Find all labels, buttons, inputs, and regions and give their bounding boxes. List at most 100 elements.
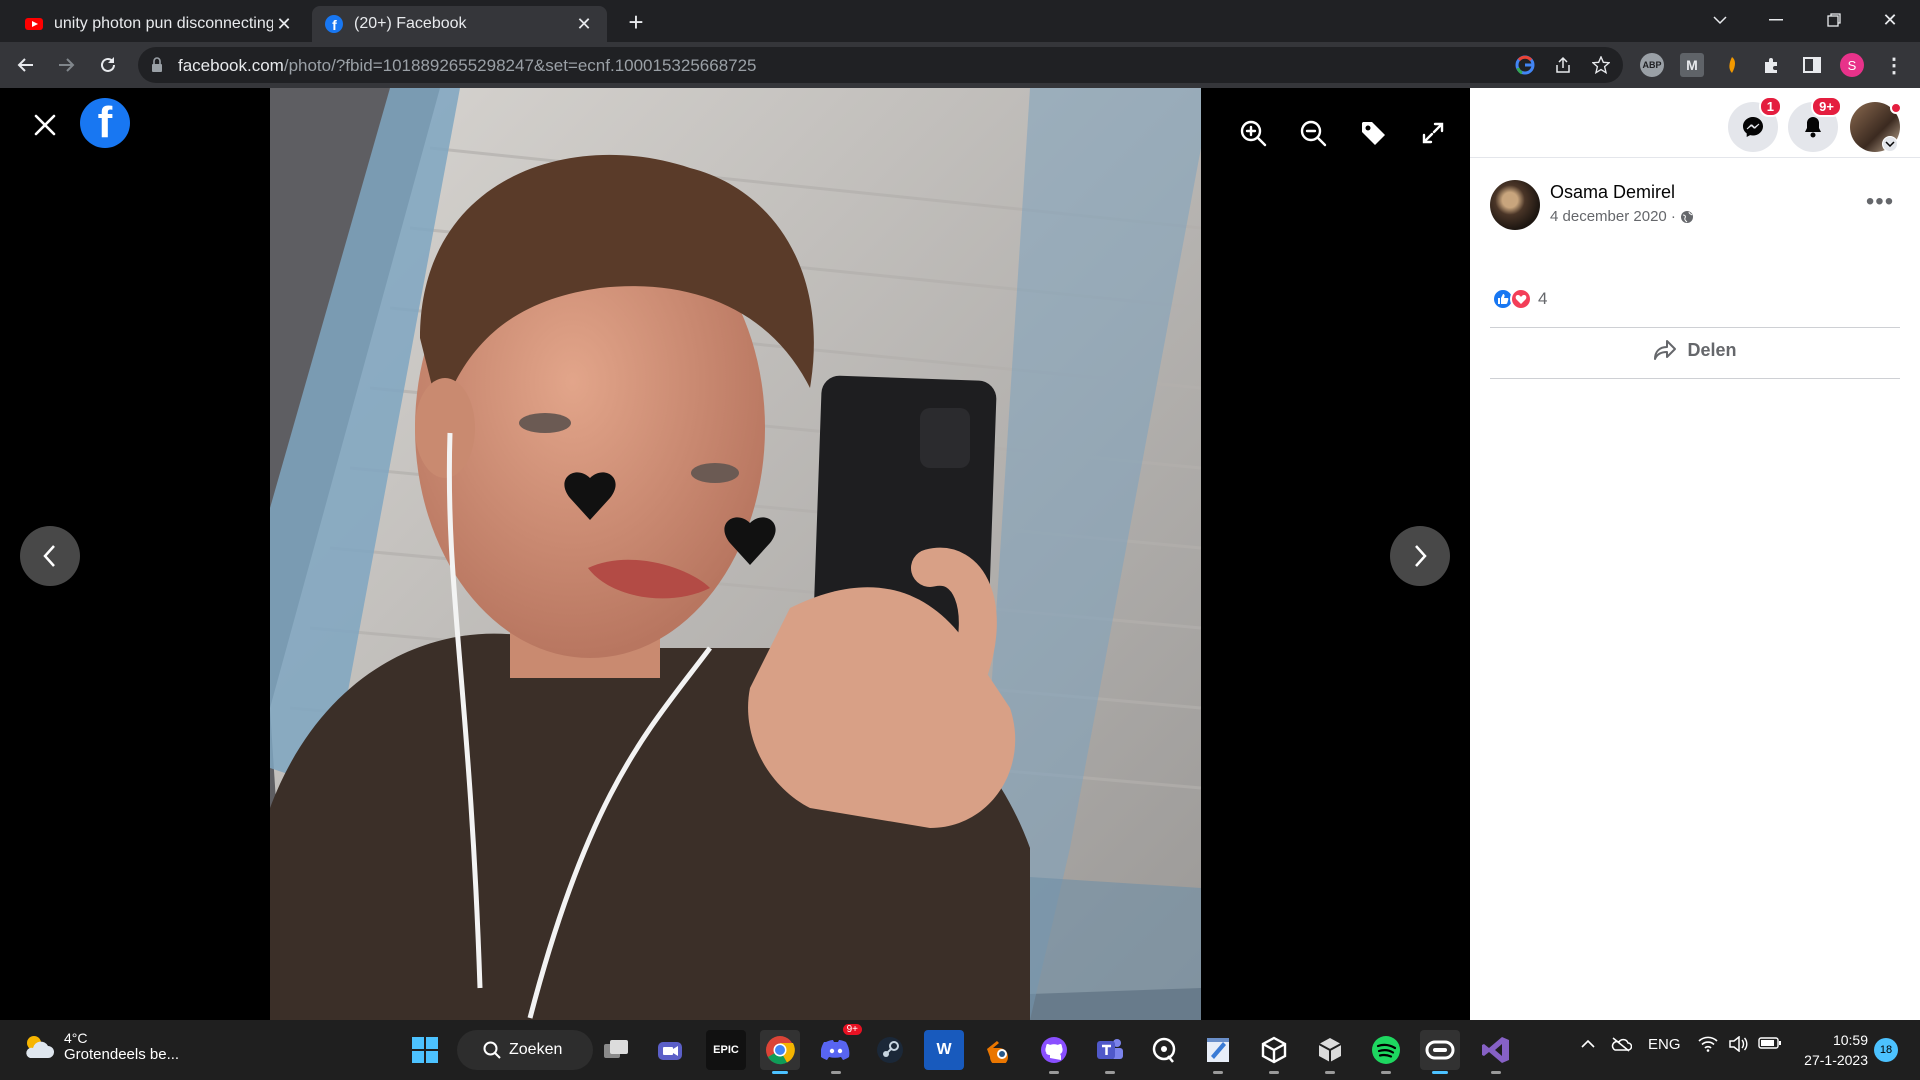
chevron-right-icon bbox=[1415, 545, 1427, 567]
restore-button[interactable] bbox=[1806, 0, 1862, 40]
close-icon bbox=[34, 114, 56, 136]
battery-icon[interactable] bbox=[1758, 1036, 1782, 1054]
tab-facebook[interactable]: f (20+) Facebook ✕ bbox=[312, 6, 607, 42]
weather-widget[interactable]: 4°C Grotendeels be... bbox=[20, 1030, 179, 1063]
close-viewer-button[interactable] bbox=[30, 110, 60, 140]
blender-icon[interactable] bbox=[980, 1030, 1020, 1070]
google-icon[interactable] bbox=[1514, 54, 1536, 76]
weather-condition: Grotendeels be... bbox=[64, 1046, 180, 1063]
onedrive-off-icon[interactable] bbox=[1610, 1036, 1633, 1056]
browser-tab-strip: unity photon pun disconnecting ✕ f (20+)… bbox=[0, 0, 1920, 42]
notification-dot bbox=[1890, 102, 1902, 114]
tab-title: unity photon pun disconnecting bbox=[54, 15, 273, 32]
arrow-right-icon bbox=[59, 58, 75, 72]
mendeley-icon[interactable]: M bbox=[1680, 53, 1704, 77]
spotify-icon[interactable] bbox=[1366, 1030, 1406, 1074]
steam-icon[interactable] bbox=[870, 1030, 910, 1070]
meet-icon[interactable] bbox=[650, 1030, 690, 1070]
task-view-icon[interactable] bbox=[596, 1030, 636, 1070]
author-avatar[interactable] bbox=[1490, 180, 1540, 230]
post-date-text[interactable]: 4 december 2020 · bbox=[1550, 208, 1676, 225]
share-label: Delen bbox=[1687, 339, 1737, 360]
taskbar-clock[interactable]: 10:59 27-1-2023 bbox=[1796, 1030, 1868, 1070]
share-arrow-icon bbox=[1654, 340, 1677, 360]
taskbar-search[interactable]: Zoeken bbox=[457, 1030, 593, 1070]
next-photo-button[interactable] bbox=[1390, 526, 1450, 586]
facebook-logo[interactable]: f bbox=[80, 98, 130, 148]
url-text: facebook.com/photo/?fbid=101889265529824… bbox=[178, 56, 757, 76]
visual-studio-icon[interactable] bbox=[1476, 1030, 1516, 1074]
paint-3d-icon[interactable] bbox=[1144, 1030, 1184, 1070]
reload-button[interactable] bbox=[94, 51, 122, 79]
tab-close-button[interactable]: ✕ bbox=[573, 13, 595, 35]
share-button[interactable]: Delen bbox=[1490, 328, 1900, 372]
wifi-icon[interactable] bbox=[1698, 1036, 1718, 1056]
minimize-button[interactable] bbox=[1748, 0, 1804, 40]
fullscreen-button[interactable] bbox=[1416, 116, 1450, 150]
bell-icon bbox=[1805, 117, 1821, 138]
fullscreen-icon bbox=[1422, 122, 1444, 144]
tag-button[interactable] bbox=[1356, 116, 1390, 150]
tab-search-icon[interactable] bbox=[1692, 0, 1748, 40]
post-photo bbox=[270, 88, 1201, 1020]
svg-text:f: f bbox=[332, 17, 337, 33]
profile-avatar[interactable]: S bbox=[1840, 53, 1864, 77]
language-indicator[interactable]: ENG bbox=[1648, 1036, 1681, 1053]
zoom-out-button[interactable] bbox=[1296, 116, 1330, 150]
zoom-in-button[interactable] bbox=[1236, 116, 1270, 150]
reactions-summary[interactable]: 4 bbox=[1492, 288, 1547, 310]
reload-icon bbox=[101, 57, 115, 72]
chevron-left-icon bbox=[43, 545, 55, 567]
cloud-sun-icon bbox=[26, 1035, 54, 1058]
star-icon[interactable] bbox=[1590, 54, 1612, 76]
youtube-icon bbox=[25, 18, 43, 30]
sidepanel-icon[interactable] bbox=[1800, 53, 1824, 77]
forward-button[interactable] bbox=[52, 51, 80, 79]
adblock-icon[interactable]: ABP bbox=[1640, 53, 1664, 77]
discord-badge: 9+ bbox=[842, 1024, 862, 1035]
windows-start-icon[interactable] bbox=[405, 1030, 445, 1070]
globe-icon bbox=[1680, 210, 1693, 223]
author-name[interactable]: Osama Demirel bbox=[1550, 182, 1675, 203]
paint-icon[interactable] bbox=[1198, 1030, 1238, 1074]
share-icon[interactable] bbox=[1552, 54, 1574, 76]
unity-hub-icon[interactable] bbox=[1310, 1030, 1350, 1074]
new-tab-button[interactable]: + bbox=[622, 7, 650, 37]
discord-icon[interactable]: 9+ bbox=[816, 1024, 862, 1074]
github-icon[interactable] bbox=[1034, 1030, 1074, 1074]
search-label: Zoeken bbox=[509, 1041, 563, 1058]
puzzle-icon[interactable] bbox=[1760, 53, 1784, 77]
menu-icon[interactable]: ⋮ bbox=[1882, 53, 1906, 77]
more-options-button[interactable]: ••• bbox=[1862, 184, 1898, 220]
close-window-button[interactable]: ✕ bbox=[1862, 0, 1918, 40]
teams-icon[interactable] bbox=[1090, 1030, 1130, 1074]
messenger-icon bbox=[1743, 117, 1763, 137]
notifications-badge: 9+ bbox=[1811, 96, 1842, 117]
chrome-icon[interactable] bbox=[760, 1030, 800, 1074]
notifications-button[interactable]: 9+ bbox=[1788, 96, 1842, 152]
tab-title: (20+) Facebook bbox=[354, 15, 467, 32]
volume-icon[interactable] bbox=[1728, 1035, 1748, 1056]
clock-date: 27-1-2023 bbox=[1804, 1052, 1868, 1068]
facebook-icon: f bbox=[325, 15, 343, 33]
clock-time: 10:59 bbox=[1832, 1032, 1868, 1048]
previous-photo-button[interactable] bbox=[20, 526, 80, 586]
tab-youtube[interactable]: unity photon pun disconnecting ✕ bbox=[12, 6, 307, 42]
chevron-up-icon[interactable] bbox=[1580, 1036, 1596, 1053]
notification-count-badge[interactable]: 18 bbox=[1874, 1038, 1898, 1062]
epic-games-icon[interactable]: EPIC bbox=[706, 1030, 746, 1070]
unity-icon[interactable] bbox=[1254, 1030, 1294, 1074]
messenger-button[interactable]: 1 bbox=[1728, 96, 1782, 152]
chevron-down-icon[interactable] bbox=[1882, 136, 1898, 152]
oculus-icon[interactable] bbox=[1420, 1030, 1460, 1074]
arrow-left-icon bbox=[17, 58, 33, 72]
tab-close-button[interactable]: ✕ bbox=[273, 13, 295, 35]
lock-icon bbox=[152, 57, 162, 72]
back-button[interactable] bbox=[12, 51, 40, 79]
messenger-badge: 1 bbox=[1758, 96, 1782, 117]
word-icon[interactable]: W bbox=[924, 1030, 964, 1070]
address-bar[interactable]: facebook.com/photo/?fbid=101889265529824… bbox=[138, 47, 1623, 83]
weather-temperature: 4°C bbox=[64, 1030, 88, 1046]
extension-orange-icon[interactable] bbox=[1720, 53, 1744, 77]
divider bbox=[1490, 378, 1900, 379]
